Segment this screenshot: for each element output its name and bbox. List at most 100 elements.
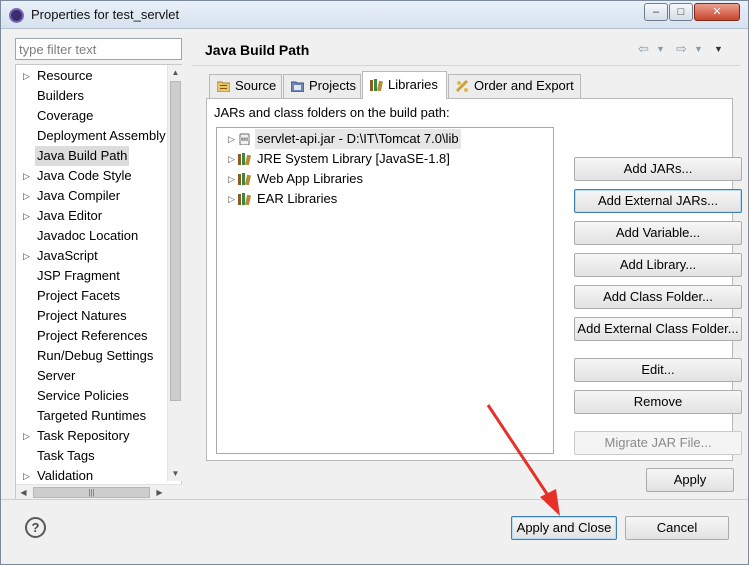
- sidebar-item-label: Coverage: [37, 108, 94, 123]
- button-label: Add JARs...: [623, 161, 693, 176]
- expand-arrow-icon[interactable]: ▷: [228, 149, 235, 169]
- help-icon[interactable]: ?: [25, 517, 46, 538]
- sidebar-item[interactable]: Task Tags: [16, 446, 166, 466]
- preference-navigation: ▷ Resource Builders Coverage Deployment Asse…: [15, 36, 183, 501]
- sidebar-item[interactable]: Project References: [16, 326, 166, 346]
- sidebar-item-label: Task Tags: [37, 448, 95, 463]
- preference-tree: ▷ Resource Builders Coverage Deployment Asse…: [15, 64, 182, 500]
- add-external-jars-button[interactable]: Add External JARs...: [574, 189, 742, 213]
- sidebar-item-label: Run/Debug Settings: [37, 348, 154, 363]
- sidebar-item[interactable]: ▷ Task Repository: [16, 426, 166, 446]
- filter-input[interactable]: [15, 38, 182, 60]
- cancel-button[interactable]: Cancel: [625, 516, 729, 540]
- tab-label: Order and Export: [474, 78, 574, 93]
- scroll-right-icon[interactable]: ▶: [152, 485, 167, 500]
- button-label: Remove: [633, 394, 683, 409]
- sidebar-item-label: Resource: [37, 68, 93, 83]
- expand-arrow-icon[interactable]: ▷: [23, 426, 30, 446]
- tab-libraries[interactable]: Libraries: [362, 71, 447, 99]
- scroll-down-icon[interactable]: ▼: [168, 466, 183, 481]
- libraries-tab-panel: JARs and class folders on the build path…: [206, 98, 742, 461]
- sidebar-item[interactable]: Service Policies: [16, 386, 166, 406]
- build-path-tree: ▷ 010 servlet-api.jar - D:\IT\Tomcat 7.0\l…: [216, 127, 554, 454]
- button-label: Add External JARs...: [598, 193, 718, 208]
- tab-label: Source: [235, 78, 277, 93]
- add-library-button[interactable]: Add Library...: [574, 253, 742, 277]
- close-button[interactable]: ✕: [694, 3, 740, 21]
- tab-projects[interactable]: Projects: [283, 74, 361, 98]
- remove-button[interactable]: Remove: [574, 390, 742, 414]
- button-label: Add Library...: [619, 257, 697, 272]
- sidebar-item[interactable]: ▷ Resource: [16, 66, 166, 86]
- add-class-folder-button[interactable]: Add Class Folder...: [574, 285, 742, 309]
- sidebar-item-label: Task Repository: [37, 428, 130, 443]
- expand-arrow-icon[interactable]: ▷: [23, 206, 30, 226]
- build-path-entry[interactable]: ▷ Web App Libraries: [217, 169, 553, 189]
- tab-source[interactable]: Source: [209, 74, 282, 98]
- sidebar-item[interactable]: Server: [16, 366, 166, 386]
- sidebar-item[interactable]: Project Facets: [16, 286, 166, 306]
- add-external-class-folder-button[interactable]: Add External Class Folder...: [574, 317, 742, 341]
- sidebar-item[interactable]: Project Natures: [16, 306, 166, 326]
- expand-arrow-icon[interactable]: ▷: [228, 189, 235, 209]
- scroll-left-icon[interactable]: ◀: [16, 485, 31, 500]
- sidebar-item[interactable]: ▷ Java Editor: [16, 206, 166, 226]
- sidebar-item[interactable]: ▷ Validation: [16, 466, 166, 481]
- sidebar-item[interactable]: ▷ Java Code Style: [16, 166, 166, 186]
- projects-icon: [291, 81, 304, 92]
- sidebar-item-label: Project References: [37, 328, 148, 343]
- forward-arrow-icon[interactable]: ⇨: [676, 41, 687, 57]
- sidebar-item[interactable]: ▷ JavaScript: [16, 246, 166, 266]
- tab-order-and-export[interactable]: Order and Export: [448, 74, 581, 98]
- sidebar-item[interactable]: Javadoc Location: [16, 226, 166, 246]
- library-icon: [238, 173, 251, 185]
- add-jars-button[interactable]: Add JARs...: [574, 157, 742, 181]
- button-label: Apply: [673, 472, 707, 487]
- expand-arrow-icon[interactable]: ▷: [228, 129, 235, 149]
- apply-and-close-button[interactable]: Apply and Close: [511, 516, 617, 540]
- expand-arrow-icon[interactable]: ▷: [23, 186, 30, 206]
- scroll-up-icon[interactable]: ▲: [168, 65, 183, 80]
- section-label: JARs and class folders on the build path…: [214, 105, 450, 120]
- back-arrow-icon[interactable]: ⇦: [638, 41, 649, 57]
- build-path-entry[interactable]: ▷ 010 servlet-api.jar - D:\IT\Tomcat 7.0\l…: [217, 129, 553, 149]
- edit-button[interactable]: Edit...: [574, 358, 742, 382]
- horizontal-scroll-thumb[interactable]: |||: [33, 487, 150, 498]
- sidebar-item[interactable]: Run/Debug Settings: [16, 346, 166, 366]
- expand-arrow-icon[interactable]: ▷: [23, 166, 30, 186]
- build-path-entry-label: JRE System Library [JavaSE-1.8]: [257, 151, 450, 166]
- expand-arrow-icon[interactable]: ▷: [23, 466, 30, 481]
- sidebar-item[interactable]: Coverage: [16, 106, 166, 126]
- sidebar-item[interactable]: Deployment Assembly: [16, 126, 166, 146]
- sidebar-item-label: Java Code Style: [37, 168, 132, 183]
- expand-arrow-icon[interactable]: ▷: [23, 246, 30, 266]
- minimize-button[interactable]: –: [644, 3, 668, 21]
- sidebar-item[interactable]: Builders: [16, 86, 166, 106]
- maximize-button[interactable]: □: [669, 3, 693, 21]
- sidebar-item-label: Java Build Path: [35, 146, 130, 166]
- sidebar-item-label: Server: [37, 368, 76, 383]
- forward-menu-chevron-icon[interactable]: ▼: [694, 44, 703, 54]
- sidebar-item-label: Service Policies: [37, 388, 129, 403]
- sidebar-item[interactable]: Targeted Runtimes: [16, 406, 166, 426]
- view-menu-chevron-icon[interactable]: ▼: [714, 44, 723, 54]
- properties-dialog: Properties for test_servlet – □ ✕ ▷ Resou…: [0, 0, 749, 565]
- tab-label: Projects: [309, 78, 356, 93]
- horizontal-scrollbar[interactable]: ◀ ||| ▶: [16, 484, 182, 500]
- sidebar-item[interactable]: JSP Fragment: [16, 266, 166, 286]
- sidebar-item[interactable]: ▷ Java Compiler: [16, 186, 166, 206]
- vertical-scrollbar[interactable]: ▲ ▼: [167, 65, 182, 481]
- sidebar-item-label: Project Natures: [37, 308, 127, 323]
- button-label: Add Variable...: [615, 225, 701, 240]
- expand-arrow-icon[interactable]: ▷: [228, 169, 235, 189]
- back-menu-chevron-icon[interactable]: ▼: [656, 44, 665, 54]
- sidebar-item[interactable]: Java Build Path: [16, 146, 166, 166]
- scroll-thumb[interactable]: [170, 81, 181, 401]
- library-icon: [238, 153, 251, 165]
- sidebar-item-label: Deployment Assembly: [37, 128, 166, 143]
- add-variable-button[interactable]: Add Variable...: [574, 221, 742, 245]
- apply-button[interactable]: Apply: [646, 468, 734, 492]
- build-path-entry[interactable]: ▷ JRE System Library [JavaSE-1.8]: [217, 149, 553, 169]
- build-path-entry[interactable]: ▷ EAR Libraries: [217, 189, 553, 209]
- expand-arrow-icon[interactable]: ▷: [23, 66, 30, 86]
